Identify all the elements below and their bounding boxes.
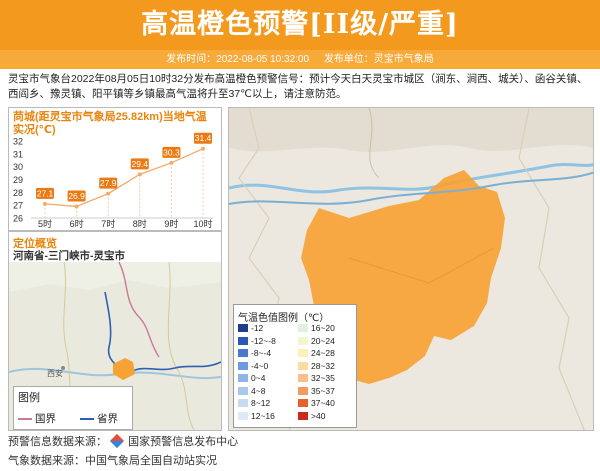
legend-country-border: 国界 xyxy=(18,411,56,426)
legend-item: 37~40 xyxy=(298,398,335,408)
data-point xyxy=(106,191,111,196)
y-tick-label: 31 xyxy=(13,149,23,159)
warning-description: 灵宝市气象台2022年08月05日10时32分发布高温橙色预警信号：预计今天白天… xyxy=(8,73,588,100)
legend-label: -12~-8 xyxy=(251,335,276,346)
legend-swatch xyxy=(298,361,308,370)
data-point xyxy=(201,146,205,151)
overview-legend-title: 图例 xyxy=(18,392,40,404)
y-tick-label: 30 xyxy=(13,162,23,172)
y-tick-label: 28 xyxy=(13,188,23,198)
y-tick-label: 26 xyxy=(13,214,23,224)
legend-label: 37~40 xyxy=(311,398,335,408)
legend-item: 28~32 xyxy=(298,361,335,371)
temperature-legend-title: 气温色值图例（℃） xyxy=(238,313,330,324)
legend-label: 4~8 xyxy=(251,385,266,396)
warning-map[interactable]: 气温色值图例（℃） -12 -12~-8 -8~-4 -4~0 0~4 4~8 8~12 12… xyxy=(228,107,594,431)
legend-item: 8~12 xyxy=(238,398,270,408)
data-label: 29.4 xyxy=(132,159,149,169)
weather-source-line: 气象数据来源：中国气象局全国自动站实况 xyxy=(8,455,217,467)
data-label: 26.9 xyxy=(68,191,85,201)
legend-item: 20~24 xyxy=(298,336,335,346)
legend-swatch xyxy=(238,386,248,395)
province-border-label: 省界 xyxy=(97,413,118,425)
data-label: 27.1 xyxy=(37,188,54,198)
warning-title: 高温橙色预警[II级/严重] xyxy=(0,0,600,50)
x-tick-label: 7时 xyxy=(101,218,115,229)
data-point xyxy=(137,172,142,177)
legend-province-border: 省界 xyxy=(80,411,118,426)
x-tick-label: 5时 xyxy=(38,218,52,229)
legend-label: 24~28 xyxy=(311,348,335,358)
temperature-panel: 苘城(距灵宝市气象局25.82km)当地气温实况(℃) 32 31 30 29 28 27… xyxy=(8,107,222,231)
legend-swatch xyxy=(298,349,308,357)
legend-swatch xyxy=(298,386,308,395)
data-point xyxy=(74,204,79,209)
legend-item: 35~37 xyxy=(298,386,335,396)
y-tick-label: 29 xyxy=(13,175,23,185)
legend-label: >40 xyxy=(311,410,326,421)
temperature-color-legend: 气温色值图例（℃） -12 -12~-8 -8~-4 -4~0 0~4 4~8 8~12 12… xyxy=(233,304,357,428)
x-tick-label: 10时 xyxy=(193,218,212,229)
legend-swatch xyxy=(298,374,308,382)
warning-source-line: 预警信息数据来源： 国家预警信息发布中心 xyxy=(8,433,238,449)
legend-swatch xyxy=(298,399,308,407)
legend-swatch xyxy=(298,324,308,332)
legend-item: 4~8 xyxy=(238,386,265,396)
location-panel: 定位概览 河南省-三门峡市-灵宝市 西安 图例 国界 省界 xyxy=(8,231,222,431)
x-tick-label: 8时 xyxy=(133,218,147,229)
publish-info-bar: 发布时间：2022-08-05 10:32:00 发布单位：灵宝市气象局 xyxy=(0,50,600,69)
legend-label: 32~35 xyxy=(311,373,335,383)
legend-label: -12 xyxy=(251,323,264,333)
data-label: 30.3 xyxy=(163,147,180,157)
legend-item: -8~-4 xyxy=(238,348,271,358)
y-tick-label: 27 xyxy=(13,201,23,211)
temperature-chart: 32 31 30 29 28 27 26 27.1 26.9 27.9 29.4 30.3 31.4 5时… xyxy=(13,132,213,229)
legend-label: -4~0 xyxy=(251,360,269,371)
legend-swatch xyxy=(238,349,248,357)
legend-label: 28~32 xyxy=(311,360,335,371)
data-label: 31.4 xyxy=(195,133,212,143)
legend-label: 12~16 xyxy=(251,410,275,421)
warning-source-icon xyxy=(109,433,125,449)
country-border-swatch xyxy=(18,417,32,420)
legend-label: 20~24 xyxy=(311,335,335,346)
x-tick-label: 9时 xyxy=(164,218,178,229)
publish-unit: 发布单位：灵宝市气象局 xyxy=(323,54,434,65)
legend-swatch xyxy=(238,336,248,345)
legend-item: -12~-8 xyxy=(238,336,276,346)
legend-item: 32~35 xyxy=(298,373,335,383)
data-point xyxy=(169,160,174,165)
legend-label: -8~-4 xyxy=(251,348,272,358)
legend-item: 0~4 xyxy=(238,373,265,383)
legend-item: 16~20 xyxy=(298,323,335,333)
overview-legend: 图例 国界 省界 xyxy=(13,386,133,430)
legend-label: 8~12 xyxy=(251,398,271,408)
legend-item: 24~28 xyxy=(298,348,335,358)
legend-swatch xyxy=(238,411,248,420)
legend-swatch xyxy=(298,411,308,420)
legend-item: >40 xyxy=(298,411,325,421)
publish-time: 发布时间：2022-08-05 10:32:00 xyxy=(166,54,310,65)
data-label: 27.9 xyxy=(100,178,117,188)
data-point xyxy=(43,201,47,206)
x-tick-label: 6时 xyxy=(70,218,84,229)
legend-item: -12 xyxy=(238,323,263,333)
legend-swatch xyxy=(238,361,248,370)
legend-swatch xyxy=(238,374,248,382)
warning-source-label: 预警信息数据来源： xyxy=(8,436,107,448)
legend-swatch xyxy=(238,324,248,332)
province-border-swatch xyxy=(80,417,94,420)
legend-label: 35~37 xyxy=(311,385,335,396)
legend-label: 0~4 xyxy=(251,373,266,383)
legend-swatch xyxy=(238,399,248,407)
location-path: 河南省-三门峡市-灵宝市 xyxy=(13,250,125,262)
legend-swatch xyxy=(298,336,308,345)
legend-label: 16~20 xyxy=(311,323,335,333)
country-border-label: 国界 xyxy=(35,413,56,425)
legend-item: -4~0 xyxy=(238,361,268,371)
y-tick-label: 32 xyxy=(13,137,23,147)
map-label-xian: 西安 xyxy=(47,368,63,378)
legend-item: 12~16 xyxy=(238,411,275,421)
warning-source-name[interactable]: 国家预警信息发布中心 xyxy=(128,436,238,448)
